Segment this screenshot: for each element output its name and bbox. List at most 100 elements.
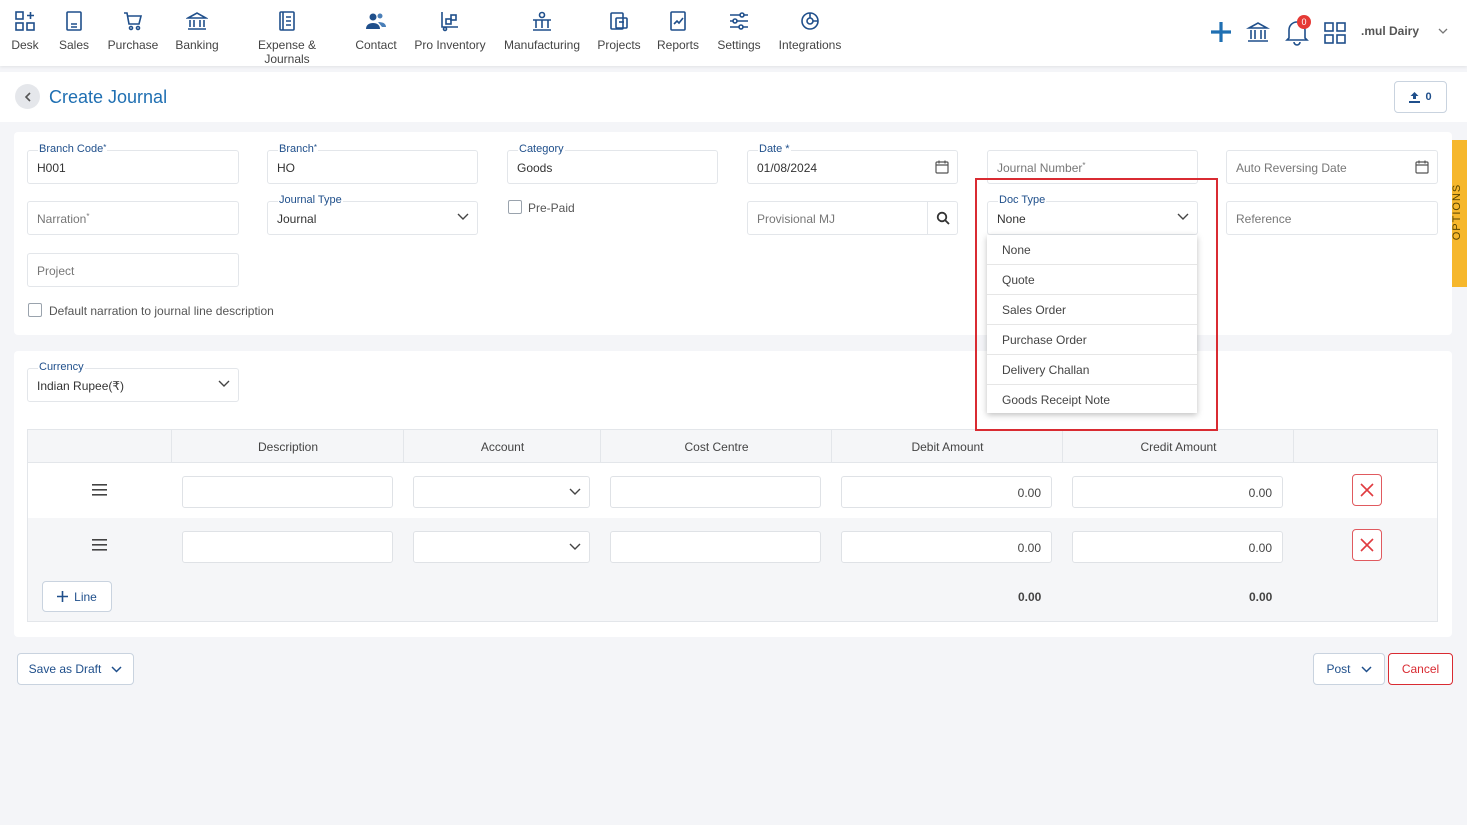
cancel-button[interactable]: Cancel — [1388, 653, 1453, 685]
project-field[interactable]: Project — [27, 253, 239, 287]
nav-item-desk[interactable]: Desk — [8, 10, 42, 52]
nav-label: Purchase — [107, 38, 159, 52]
debit-amount-input[interactable]: 0.00 — [841, 476, 1052, 508]
apps-grid-button[interactable] — [1323, 21, 1347, 47]
nav-label: Settings — [717, 38, 761, 52]
nav-item-integrations[interactable]: Integrations — [776, 10, 844, 52]
drag-handle-icon[interactable] — [92, 539, 107, 551]
delete-row-button[interactable] — [1352, 529, 1382, 561]
top-navigation: Desk Sales Purchase Banking Expense & Jo… — [0, 0, 1467, 66]
journal-type-value: Journal — [277, 212, 317, 226]
quick-add-button[interactable] — [1209, 20, 1233, 46]
plus-icon — [57, 591, 69, 602]
table-totals-row: Line 0.00 0.00 — [28, 573, 1437, 621]
delete-row-button[interactable] — [1352, 474, 1382, 506]
nav-item-sales[interactable]: Sales — [57, 10, 91, 52]
account-select[interactable] — [413, 476, 590, 508]
add-line-button[interactable]: Line — [42, 581, 112, 612]
nav-item-projects[interactable]: Projects — [595, 10, 643, 52]
column-header-account: Account — [480, 440, 525, 454]
nav-label: Reports — [656, 38, 700, 52]
debit-amount-value: 0.00 — [1017, 486, 1041, 500]
nav-item-pro-inventory[interactable]: Pro Inventory — [412, 10, 488, 52]
settings-icon — [730, 12, 748, 30]
debit-amount-input[interactable]: 0.00 — [841, 531, 1052, 563]
save-as-draft-label: Save as Draft — [28, 662, 102, 676]
calendar-icon[interactable] — [935, 160, 949, 174]
calendar-icon[interactable] — [1415, 160, 1429, 174]
total-credit: 0.00 — [1249, 590, 1273, 604]
date-field[interactable]: Date * 01/08/2024 — [747, 143, 958, 184]
default-narration-label: Default narration to journal line descri… — [49, 304, 274, 318]
chevron-down-icon — [111, 665, 122, 673]
category-field[interactable]: Category Goods — [507, 143, 718, 184]
attachment-button[interactable]: 0 — [1394, 81, 1447, 113]
reference-field[interactable]: Reference — [1226, 201, 1438, 235]
journal-form-card: Branch Code* H001 Branch* HO Category Go… — [14, 132, 1452, 335]
nav-item-reports[interactable]: Reports — [655, 10, 701, 52]
chevron-down-icon — [218, 380, 230, 387]
narration-field[interactable]: Narration* — [27, 201, 239, 235]
provisional-mj-placeholder: Provisional MJ — [757, 212, 836, 226]
pre-paid-label: Pre-Paid — [528, 201, 575, 215]
desk-icon — [15, 11, 35, 31]
drag-handle-icon[interactable] — [92, 484, 107, 496]
currency-select[interactable]: Currency Indian Rupee(₹) — [27, 361, 239, 402]
column-header-cost-centre: Cost Centre — [684, 440, 749, 454]
chevron-down-icon — [457, 213, 469, 220]
branch-code-field[interactable]: Branch Code* H001 — [27, 143, 239, 184]
notifications-button[interactable]: 0 — [1284, 15, 1311, 48]
search-button[interactable] — [927, 202, 957, 234]
contacts-icon — [366, 13, 386, 29]
field-label: Date * — [758, 143, 791, 155]
journal-type-select[interactable]: Journal Type Journal — [267, 194, 478, 235]
options-tab-label: OPTIONS — [1451, 183, 1463, 241]
branch-value: HO — [277, 161, 295, 175]
close-icon — [1360, 538, 1374, 552]
reports-icon — [670, 11, 686, 31]
back-button[interactable] — [15, 84, 40, 109]
manufacturing-icon — [533, 11, 551, 31]
nav-label: Projects — [597, 38, 641, 52]
narration-placeholder: Narration — [37, 212, 87, 226]
chevron-left-icon — [24, 91, 31, 102]
description-input[interactable] — [182, 476, 393, 508]
table-row: 0.00 0.00 — [28, 518, 1437, 573]
nav-label: Expense & Journals — [257, 38, 317, 66]
auto-reversing-date-field[interactable]: Auto Reversing Date — [1226, 150, 1438, 184]
category-value: Goods — [517, 161, 553, 175]
nav-item-expense-journals[interactable]: Expense & Journals — [234, 10, 340, 66]
nav-label: Banking — [175, 38, 219, 52]
cost-centre-input[interactable] — [610, 531, 821, 563]
chevron-down-icon — [1360, 665, 1372, 673]
nav-item-purchase[interactable]: Purchase — [106, 10, 160, 52]
field-label: Currency — [38, 361, 85, 373]
chevron-down-icon — [569, 488, 581, 495]
company-selector[interactable]: .mul Dairy — [1361, 24, 1451, 44]
nav-item-banking[interactable]: Banking — [173, 10, 221, 52]
credit-amount-input[interactable]: 0.00 — [1072, 531, 1283, 563]
auto-reversing-date-placeholder: Auto Reversing Date — [1236, 161, 1347, 175]
account-select[interactable] — [413, 531, 590, 563]
cancel-label: Cancel — [1401, 662, 1440, 676]
nav-label: Sales — [58, 38, 90, 52]
nav-item-contact[interactable]: Contact — [353, 10, 399, 52]
cost-centre-input[interactable] — [610, 476, 821, 508]
company-name: .mul Dairy — [1361, 24, 1420, 38]
description-input[interactable] — [182, 531, 393, 563]
projects-icon — [610, 12, 628, 30]
pre-paid-checkbox[interactable] — [508, 200, 522, 214]
default-narration-checkbox[interactable] — [28, 303, 42, 317]
nav-item-settings[interactable]: Settings — [714, 10, 764, 52]
provisional-mj-field[interactable]: Provisional MJ — [747, 201, 958, 235]
field-label: Journal Type — [278, 194, 343, 206]
nav-item-manufacturing[interactable]: Manufacturing — [500, 10, 584, 52]
credit-amount-input[interactable]: 0.00 — [1072, 476, 1283, 508]
chevron-down-icon — [1438, 28, 1448, 34]
save-as-draft-button[interactable]: Save as Draft — [17, 653, 134, 685]
branch-field[interactable]: Branch* HO — [267, 143, 478, 184]
post-button[interactable]: Post — [1313, 653, 1385, 685]
bank-icon — [186, 12, 208, 30]
branch-switch-button[interactable] — [1245, 20, 1271, 46]
table-header: Description Account Cost Centre Debit Am… — [28, 430, 1437, 463]
